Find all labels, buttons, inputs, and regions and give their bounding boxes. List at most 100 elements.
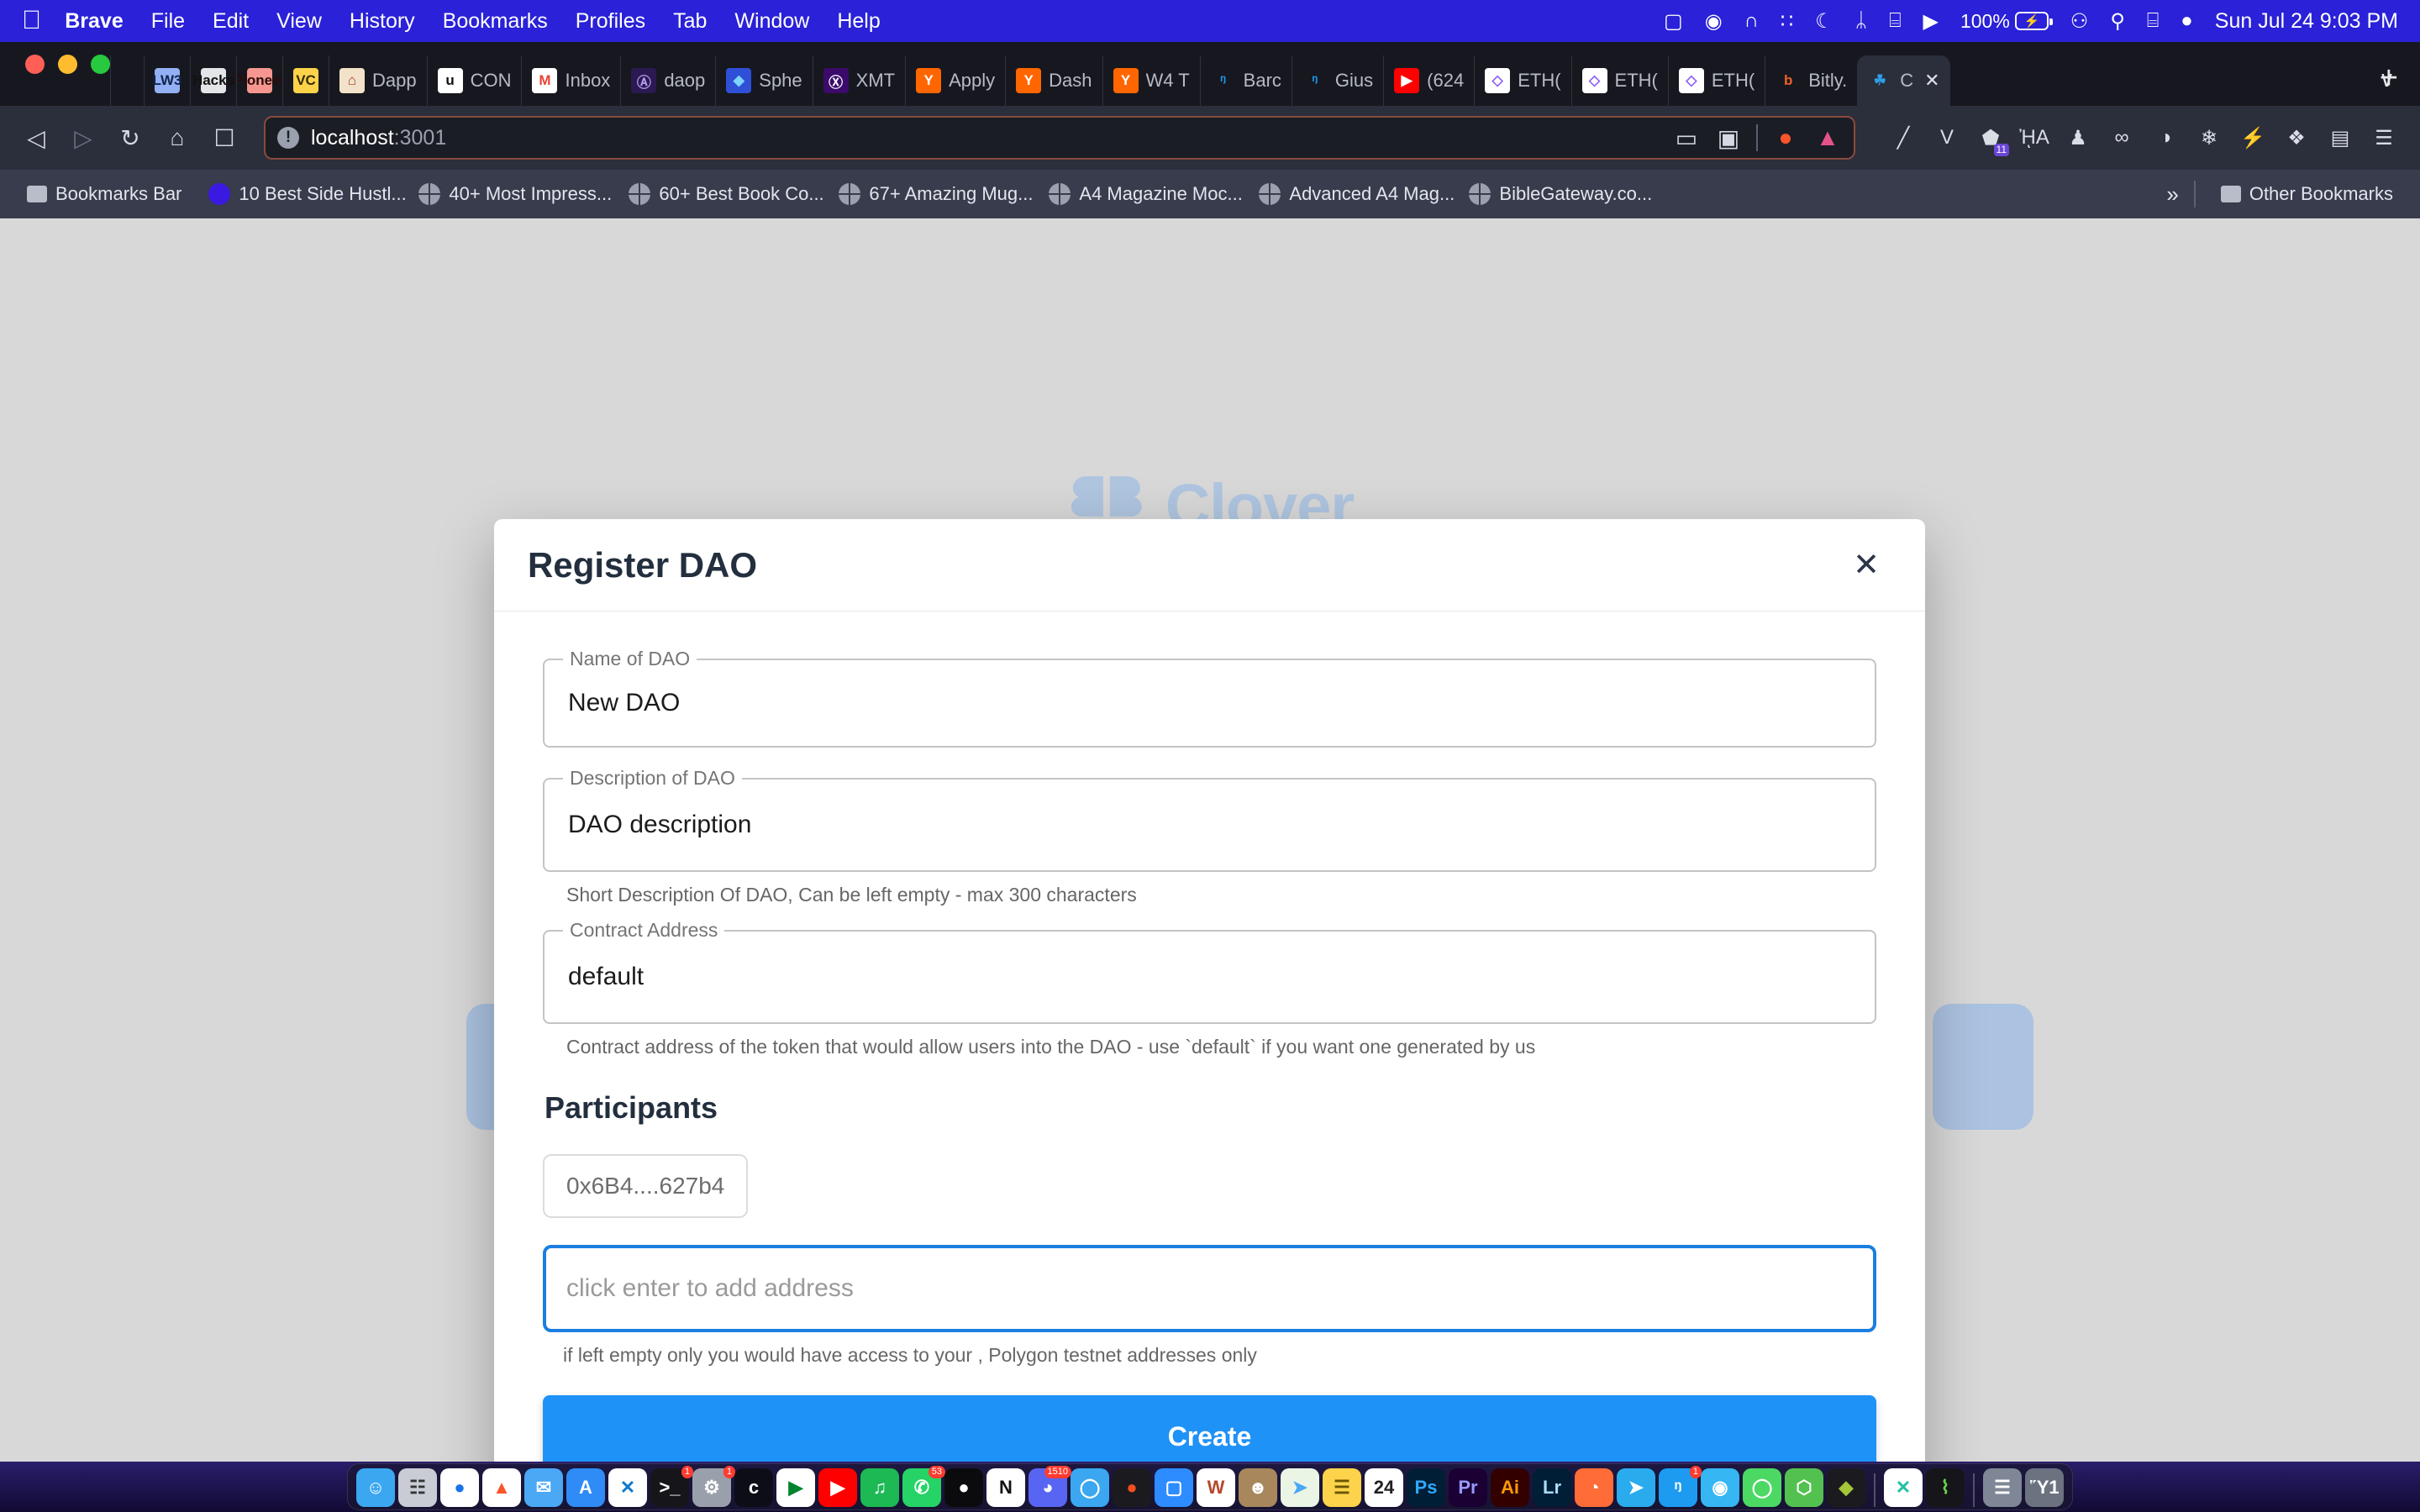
bookmark-item[interactable]: 60+ Best Book Co... — [618, 183, 829, 205]
bookmark-item[interactable]: A4 Magazine Moc... — [1039, 183, 1249, 205]
trash-icon[interactable]: Ὕ1 — [2025, 1468, 2064, 1507]
apple-logo-icon[interactable]:  — [22, 7, 41, 33]
airdrop-icon[interactable]: ⚇ — [2070, 9, 2089, 34]
mail-icon[interactable]: ✉ — [524, 1468, 563, 1507]
menu-tab[interactable]: Tab — [673, 9, 707, 34]
tab-search-chevron-down-icon[interactable]: ∨ — [2379, 66, 2395, 92]
bookmarks-bar-folder[interactable]: Bookmarks Bar — [17, 183, 192, 205]
discord-icon[interactable]: ◕ 1510 — [1028, 1466, 1071, 1507]
forward-arrow-icon[interactable]: ▷ — [69, 124, 97, 152]
browser-tab[interactable]: Pioneer — [236, 55, 282, 106]
arc-browser-icon[interactable]: ● — [944, 1468, 983, 1507]
browser-tab[interactable]: u CON — [426, 55, 522, 106]
bluetooth-icon[interactable]: ᛦ — [1855, 9, 1867, 33]
polygon-wallet-icon[interactable]: ⬟ 11 — [1976, 123, 2009, 156]
contract-address-input[interactable]: default — [543, 930, 1876, 1024]
settings-gear-icon[interactable]: ⚙ 1 — [692, 1466, 735, 1507]
browser-tab[interactable]: ◆ Sphe — [715, 55, 812, 106]
browser-tab[interactable]: b Bitly. — [1765, 55, 1857, 106]
menu-window[interactable]: Window — [734, 9, 809, 34]
clover-app-icon[interactable]: c — [734, 1468, 773, 1507]
bookmark-item[interactable]: 40+ Most Impress... — [408, 183, 618, 205]
browser-tab[interactable]: LW3 — [144, 55, 190, 106]
menu-edit[interactable]: Edit — [213, 9, 249, 34]
android-studio-icon[interactable]: ◆ — [1827, 1468, 1865, 1507]
control-center-icon[interactable]: ⌸ — [2147, 9, 2159, 33]
messages-icon[interactable]: ◯ — [1071, 1468, 1109, 1507]
play-circle-icon[interactable]: ▶ — [1923, 9, 1939, 34]
browser-tab[interactable]: ◇ ETH( — [1667, 55, 1765, 106]
vscode-insiders-icon[interactable]: ✕ — [1884, 1468, 1923, 1507]
browser-tab[interactable]: ◇ ETH( — [1570, 55, 1668, 106]
browser-tab[interactable]: ᵑ Barc — [1199, 55, 1292, 106]
browser-tab[interactable]: M Inbox — [521, 55, 620, 106]
bookmark-item[interactable]: 10 Best Side Hustl... — [198, 183, 408, 205]
telegram-icon[interactable]: ➤ — [1617, 1468, 1655, 1507]
notion-icon[interactable]: N — [986, 1468, 1025, 1507]
puzzle-extensions-icon[interactable]: ❖ — [2282, 123, 2311, 152]
screen-record-icon[interactable]: ◉ — [1705, 9, 1723, 34]
browser-tab[interactable] — [110, 55, 144, 106]
google-meet-icon[interactable]: ▶ — [776, 1468, 815, 1507]
name-of-dao-field[interactable]: Name of DAO New DAO — [543, 648, 1876, 748]
brave-rewards-icon[interactable]: ▲ — [1813, 124, 1842, 151]
browser-tab[interactable]: ◇ ETH( — [1474, 55, 1570, 106]
browser-tab[interactable]: Y W4 T — [1102, 55, 1200, 106]
cast-icon[interactable]: ▭ — [1672, 124, 1701, 152]
battery-status[interactable]: 100% ⚡ — [1960, 10, 2053, 33]
evernote-icon[interactable]: ⬡ — [1785, 1468, 1823, 1507]
description-of-dao-input[interactable]: DAO description — [543, 778, 1876, 872]
whatsapp-icon[interactable]: ✆ 53 — [902, 1466, 945, 1507]
photoshop-icon[interactable]: Ps — [1407, 1468, 1445, 1507]
premiere-icon[interactable]: Pr — [1449, 1468, 1487, 1507]
terminal-icon[interactable]: >_ 1 — [650, 1466, 693, 1507]
maps-icon[interactable]: ➤ — [1281, 1468, 1319, 1507]
calendar-icon[interactable]: 24 — [1365, 1468, 1403, 1507]
postman-icon[interactable]: ◔ — [1575, 1468, 1613, 1507]
menu-profiles[interactable]: Profiles — [576, 9, 645, 34]
headphones-icon[interactable]: ∩ — [1744, 9, 1759, 33]
home-icon[interactable]: ⌂ — [163, 124, 192, 151]
menu-file[interactable]: File — [151, 9, 185, 34]
youtube-icon[interactable]: ▶ — [818, 1468, 857, 1507]
not-secure-warning-icon[interactable]: ! — [277, 127, 299, 149]
bookmark-icon[interactable]: ☐ — [210, 124, 239, 152]
launchpad-icon[interactable]: ☷ — [398, 1468, 437, 1507]
messenger-green-icon[interactable]: ◯ — [1743, 1468, 1781, 1507]
browser-tab[interactable]: VC — [282, 55, 329, 106]
rabby-wallet-icon[interactable]: ♟ — [2064, 123, 2092, 152]
create-button[interactable]: Create — [543, 1395, 1876, 1462]
participant-chip[interactable]: 0x6B4....627b4 — [543, 1154, 749, 1218]
hotspot-shield-icon[interactable]: ◉ — [1701, 1468, 1739, 1507]
lightning-extension-icon[interactable]: ⚡ — [2238, 123, 2267, 152]
contacts-icon[interactable]: ☻ — [1239, 1468, 1277, 1507]
menu-history[interactable]: History — [350, 9, 415, 34]
bookmark-item[interactable]: 67+ Amazing Mug... — [829, 183, 1039, 205]
menu-brave[interactable]: Brave — [65, 9, 124, 34]
back-arrow-icon[interactable]: ◁ — [22, 124, 50, 152]
chrome-icon[interactable]: ● — [440, 1468, 479, 1507]
menu-bar-clock[interactable]: Sun Jul 24 9:03 PM — [2215, 9, 2398, 34]
browser-tab[interactable]: Hacks — [190, 55, 236, 106]
dots-icon[interactable]: ∷ — [1781, 9, 1793, 34]
menu-help[interactable]: Help — [837, 9, 880, 34]
minimize-window-button[interactable] — [58, 54, 77, 74]
split-view-icon[interactable]: ▣ — [1714, 124, 1743, 152]
contract-address-field[interactable]: Contract Address default — [543, 919, 1876, 1024]
bookmark-item[interactable]: BibleGateway.co... — [1459, 183, 1662, 205]
close-icon[interactable]: ✕ — [1841, 541, 1891, 590]
pen-extension-icon[interactable]: ╱ — [1889, 123, 1918, 152]
app-store-icon[interactable]: A — [566, 1468, 605, 1507]
figma-icon[interactable]: ● — [1113, 1468, 1151, 1507]
brave-icon[interactable]: ▲ — [482, 1468, 521, 1507]
browser-tab[interactable]: Ⓐdaop — [620, 55, 715, 106]
siri-icon[interactable]: ● — [2181, 9, 2193, 33]
finder-icon[interactable]: ☺ — [356, 1468, 395, 1507]
browser-tab[interactable]: ☘ C ✕ — [1857, 55, 1950, 106]
address-bar[interactable]: ! localhost:3001 ▭ ▣ ● ▲ — [264, 116, 1855, 160]
description-of-dao-field[interactable]: Description of DAO DAO description — [543, 767, 1876, 872]
keplr-wallet-icon[interactable]: ∞ — [2107, 123, 2136, 152]
zoom-icon[interactable]: ▢ — [1155, 1468, 1193, 1507]
name-of-dao-input[interactable]: New DAO — [543, 659, 1876, 748]
notes-icon[interactable]: ☰ — [1323, 1468, 1361, 1507]
